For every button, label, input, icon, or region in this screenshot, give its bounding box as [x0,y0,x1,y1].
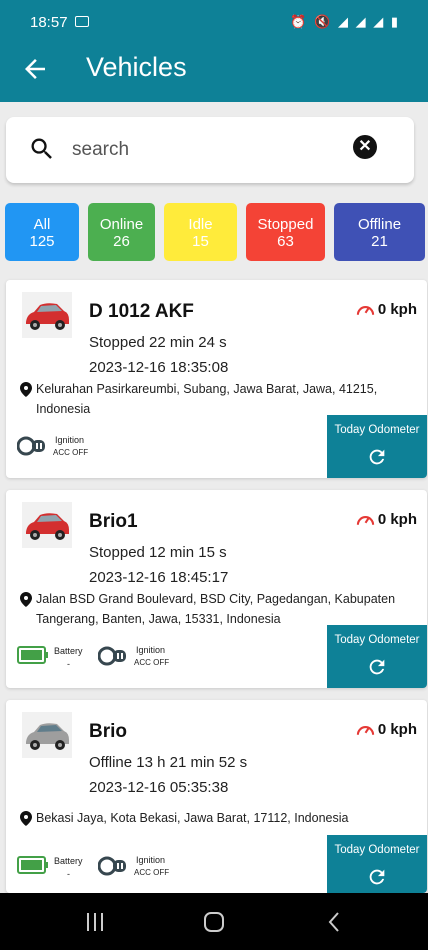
vehicle-card[interactable]: Brio1 0 kph Stopped 12 min 15 s 2023-12-… [6,490,427,688]
system-navigation-bar [0,893,428,950]
car-red-icon [22,502,72,548]
battery-indicator: Battery - [17,855,97,885]
vehicle-status: Stopped 22 min 24 s [89,334,227,351]
filter-idle-label: Idle [188,216,213,233]
ignition-label: Ignition [136,645,166,655]
filter-offline-label: Offline [357,216,402,233]
vehicle-card[interactable]: Brio 0 kph Offline 13 h 21 min 52 s 2023… [6,700,427,893]
battery-label: Battery [54,856,83,866]
today-odometer-button[interactable]: Today Odometer [327,415,427,478]
filter-online-label: Online [99,216,144,233]
vehicle-timestamp: 2023-12-16 18:45:17 [89,569,229,586]
ignition-indicator: Ignition ACC OFF [98,644,178,674]
page-title: Vehicles [86,52,187,82]
back-nav-icon[interactable] [327,911,341,933]
vehicle-name: Brio1 [89,511,138,532]
speed-indicator: 0 kph [356,511,417,528]
ignition-indicator: Ignition ACC OFF [98,854,178,884]
ignition-label: Ignition [136,855,166,865]
screenshot-notification-icon [75,16,89,27]
filter-online-count: 26 [113,233,130,250]
today-odometer-label: Today Odometer [334,424,420,436]
speedometer-icon [356,306,374,315]
ignition-value: ACC OFF [134,658,170,667]
filter-stopped-label: Stopped [257,216,314,233]
today-odometer-label: Today Odometer [334,844,420,856]
ignition-label: Ignition [55,435,85,445]
battery-label: Battery [54,646,83,656]
filter-online[interactable]: Online 26 [88,203,155,261]
recent-apps-icon[interactable] [85,912,105,932]
filter-all-count: 125 [29,233,55,250]
today-odometer-button[interactable]: Today Odometer [327,835,427,893]
speedometer-icon [356,516,374,525]
filter-offline[interactable]: Offline 21 [334,203,425,261]
refresh-icon [369,449,385,465]
vehicle-name: Brio [89,721,127,742]
filter-stopped-count: 63 [277,233,294,250]
address-text: Jalan BSD Grand Boulevard, BSD City, Pag… [36,592,396,626]
vehicle-timestamp: 2023-12-16 05:35:38 [89,779,229,796]
location-pin-icon [20,811,32,826]
car-gray-icon [22,712,72,758]
status-bar: 18:57 ⏰ 🔇 ◢ ◢ ◢ ▮ [0,0,428,44]
ignition-key-icon [98,646,126,666]
filter-all[interactable]: All 125 [5,203,79,261]
clear-search-icon[interactable]: ✕ [353,135,377,159]
address-text: Bekasi Jaya, Kota Bekasi, Jawa Barat, 17… [36,811,349,825]
search-icon [31,138,52,159]
location-pin-icon [20,592,32,607]
filter-all-label: All [33,216,51,233]
battery-icon [17,646,48,664]
system-status-icons: ⏰ 🔇 ◢ ◢ ◢ ▮ [290,14,400,29]
status-filter-bar: All 125 Online 26 Idle 15 Stopped 63 Off… [5,203,425,261]
filter-offline-count: 21 [371,233,388,250]
vehicle-status: Stopped 12 min 15 s [89,544,227,561]
search-input[interactable] [72,135,332,165]
speed-indicator: 0 kph [356,721,417,738]
app-bar: Vehicles [0,44,428,102]
vehicle-address: Kelurahan Pasirkareumbi, Subang, Jawa Ba… [20,379,414,419]
filter-stopped[interactable]: Stopped 63 [246,203,325,261]
vehicle-card[interactable]: D 1012 AKF 0 kph Stopped 22 min 24 s 202… [6,280,427,478]
status-time: 18:57 [30,14,68,31]
battery-value: - [67,659,70,669]
location-pin-icon [20,382,32,397]
speed-value: 0 kph [377,721,417,738]
car-red-icon [22,292,72,338]
ignition-value: ACC OFF [134,868,170,877]
address-text: Kelurahan Pasirkareumbi, Subang, Jawa Ba… [36,382,378,416]
speed-value: 0 kph [377,301,417,318]
speed-value: 0 kph [377,511,417,528]
vehicle-status: Offline 13 h 21 min 52 s [89,754,248,771]
filter-idle[interactable]: Idle 15 [164,203,237,261]
vehicle-address: Bekasi Jaya, Kota Bekasi, Jawa Barat, 17… [20,808,414,828]
ignition-key-icon [98,856,126,876]
ignition-value: ACC OFF [53,448,89,457]
refresh-icon [369,869,385,885]
refresh-icon [369,659,385,675]
today-odometer-label: Today Odometer [334,634,420,646]
vehicle-timestamp: 2023-12-16 18:35:08 [89,359,229,376]
battery-indicator: Battery - [17,645,97,675]
today-odometer-button[interactable]: Today Odometer [327,625,427,688]
speedometer-icon [356,726,374,735]
ignition-key-icon [17,436,45,456]
filter-idle-count: 15 [192,233,209,250]
vehicle-name: D 1012 AKF [89,301,194,322]
battery-value: - [67,869,70,879]
search-bar: ✕ [6,117,414,183]
back-arrow-icon[interactable] [20,54,50,84]
battery-icon [17,856,48,874]
speed-indicator: 0 kph [356,301,417,318]
ignition-indicator: Ignition ACC OFF [17,434,97,464]
home-icon[interactable] [203,911,225,933]
vehicle-address: Jalan BSD Grand Boulevard, BSD City, Pag… [20,589,414,629]
